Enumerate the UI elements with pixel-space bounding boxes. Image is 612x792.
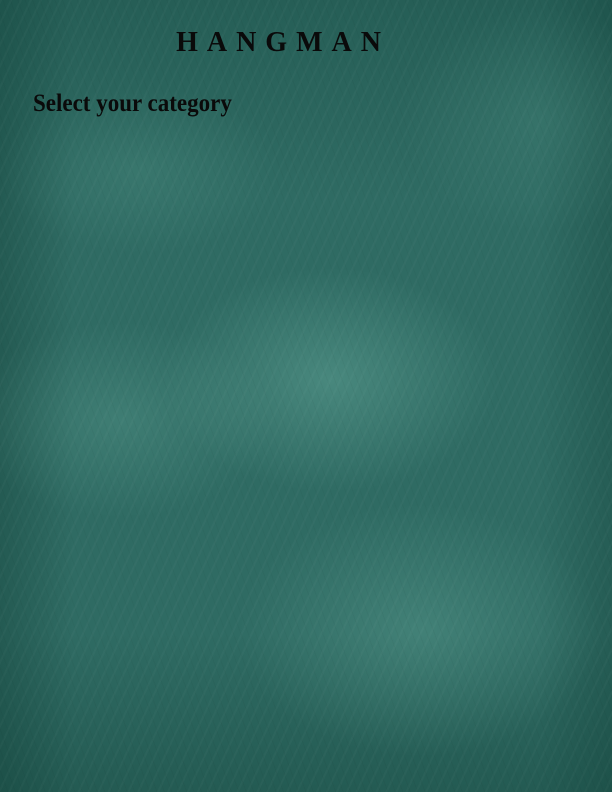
category-prompt: Select your category: [33, 90, 232, 117]
game-title: HANGMAN: [176, 27, 390, 58]
chalkboard-background: [0, 0, 612, 792]
